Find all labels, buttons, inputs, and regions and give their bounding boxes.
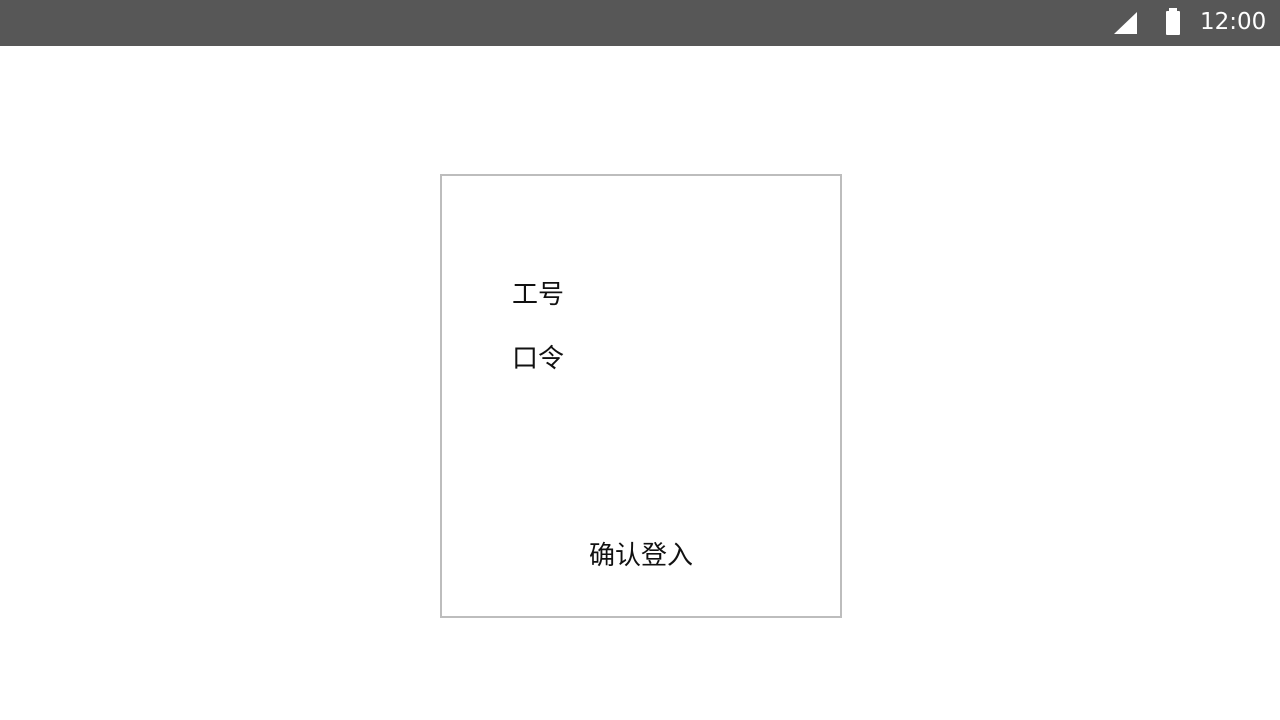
status-time: 12:00 xyxy=(1200,9,1267,35)
password-label: 口令 xyxy=(512,344,565,374)
login-panel: 工号 口令 确认登入 xyxy=(440,174,842,618)
employee-id-label: 工号 xyxy=(512,280,565,310)
login-button[interactable]: 确认登入 xyxy=(562,536,720,576)
status-bar: 12:00 xyxy=(0,0,1280,46)
signal-icon xyxy=(1114,12,1137,34)
battery-icon xyxy=(1166,8,1180,35)
